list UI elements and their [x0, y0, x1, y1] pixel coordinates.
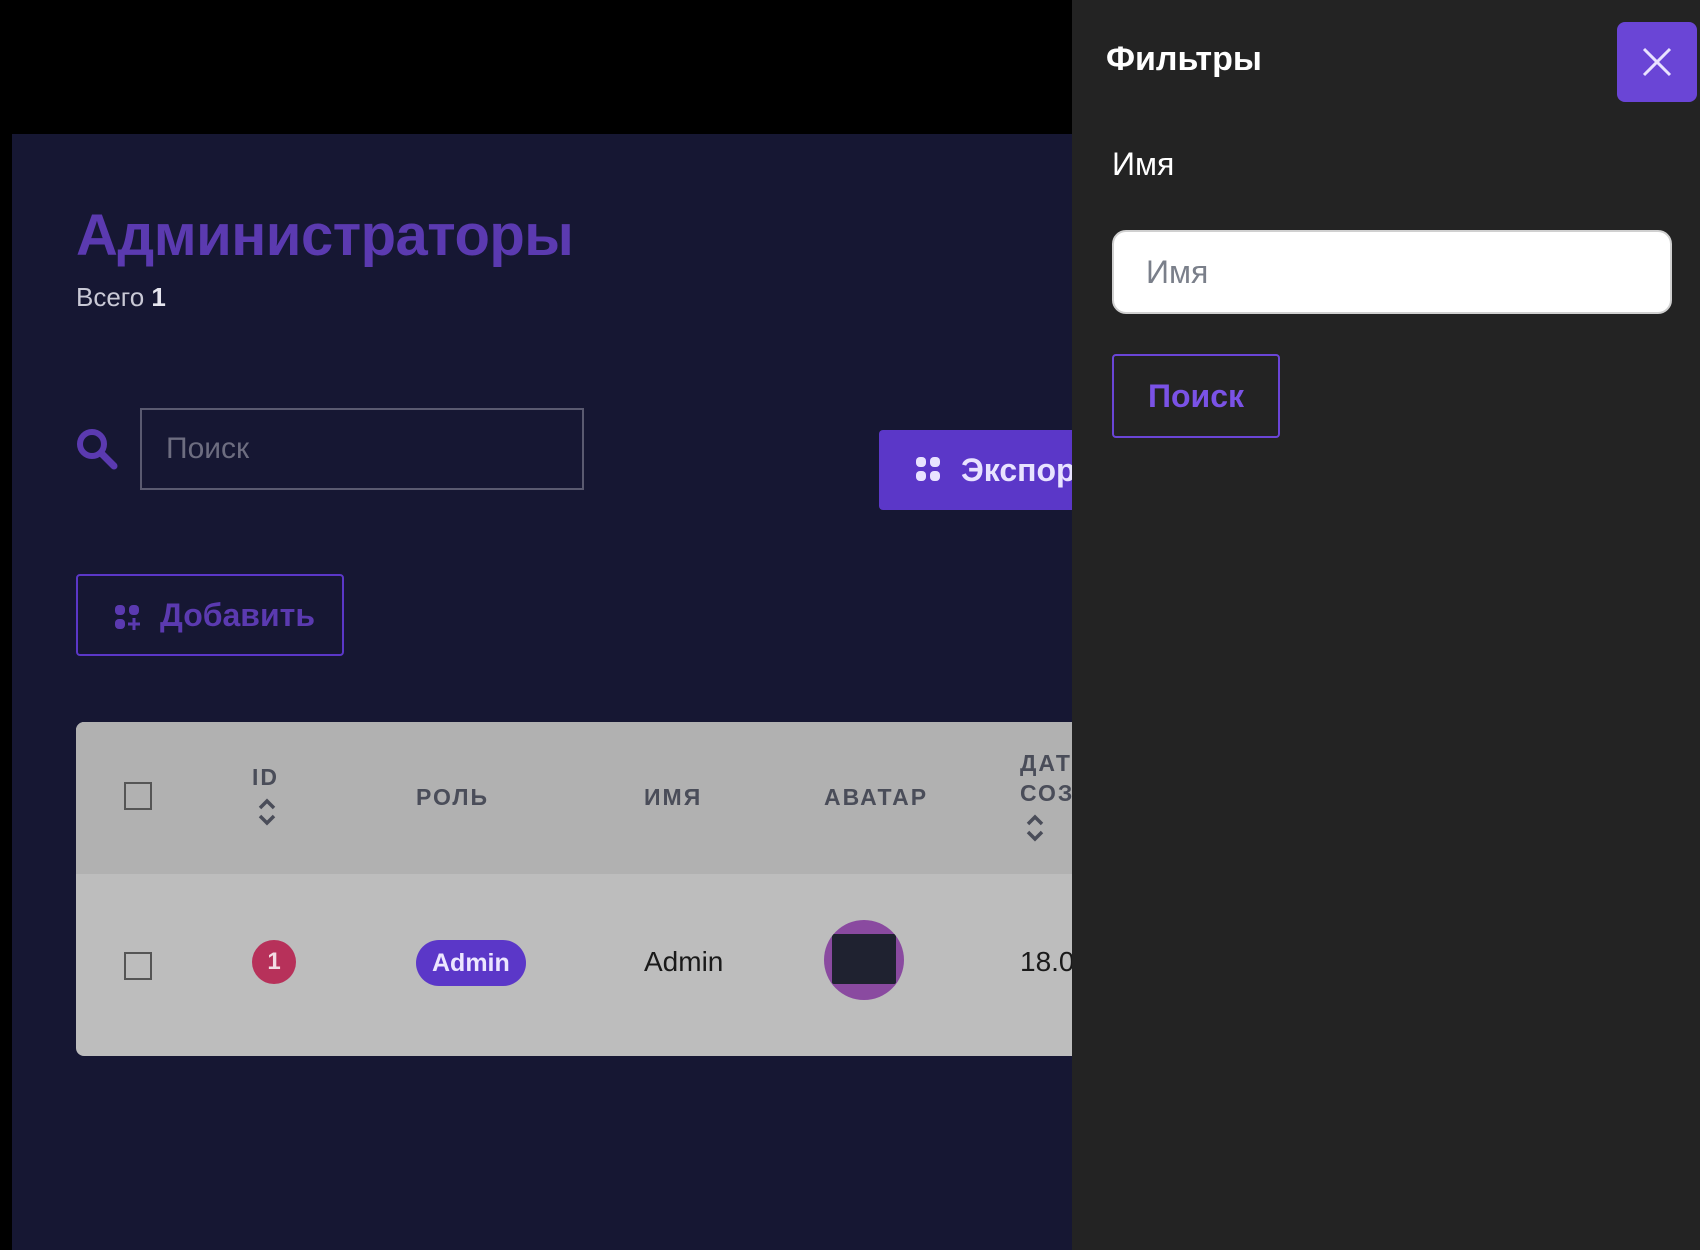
- name-field-label: Имя: [1112, 146, 1175, 182]
- avatar-image: [832, 934, 896, 984]
- search-input[interactable]: [140, 408, 584, 490]
- close-icon: [1642, 47, 1672, 77]
- row-checkbox[interactable]: [124, 952, 152, 980]
- column-header-date-line1[interactable]: ДАТ: [1020, 750, 1072, 777]
- select-all-checkbox[interactable]: [124, 782, 152, 810]
- main-content: Администраторы Всего 1 Экспор: [12, 134, 1072, 1250]
- column-header-name: ИМЯ: [644, 784, 703, 810]
- name-filter-input[interactable]: [1112, 230, 1672, 314]
- drawer-title: Фильтры: [1106, 40, 1262, 78]
- grid-icon: [916, 457, 940, 481]
- page: Администраторы Всего 1 Экспор: [0, 0, 1700, 1250]
- role-badge: Admin: [416, 940, 526, 986]
- column-header-id[interactable]: ID: [252, 764, 279, 791]
- table-header: ID РОЛЬ ИМЯ АВАТАР ДАТ СОЗ: [76, 722, 1072, 874]
- sort-icon[interactable]: [1025, 812, 1045, 844]
- filter-search-button[interactable]: Поиск: [1112, 354, 1280, 438]
- total-count: Всего 1: [76, 282, 166, 313]
- column-header-date-line2[interactable]: СОЗ: [1020, 780, 1072, 807]
- id-badge: 1: [252, 940, 296, 984]
- page-title: Администраторы: [76, 203, 574, 268]
- name-cell: Admin: [644, 946, 724, 977]
- admins-table: ID РОЛЬ ИМЯ АВАТАР ДАТ СОЗ 1 Admin Admin…: [76, 722, 1072, 1056]
- close-button[interactable]: [1617, 22, 1697, 102]
- date-cell: 18.0: [1020, 946, 1072, 977]
- add-label: Добавить: [160, 596, 315, 633]
- export-button[interactable]: Экспор: [879, 430, 1072, 510]
- filters-drawer: Фильтры Имя Поиск: [1072, 0, 1700, 1250]
- search-icon[interactable]: [74, 426, 118, 470]
- table-row: 1 Admin Admin 18.0: [76, 874, 1072, 1056]
- export-label: Экспор: [961, 451, 1072, 488]
- grid-plus-icon: [115, 605, 140, 630]
- column-header-role: РОЛЬ: [416, 784, 490, 810]
- column-header-avatar: АВАТАР: [824, 784, 929, 810]
- avatar: [824, 920, 904, 1000]
- total-value: 1: [151, 282, 166, 312]
- add-button[interactable]: Добавить: [76, 574, 344, 656]
- total-label: Всего: [76, 282, 145, 312]
- sort-icon[interactable]: [257, 796, 277, 828]
